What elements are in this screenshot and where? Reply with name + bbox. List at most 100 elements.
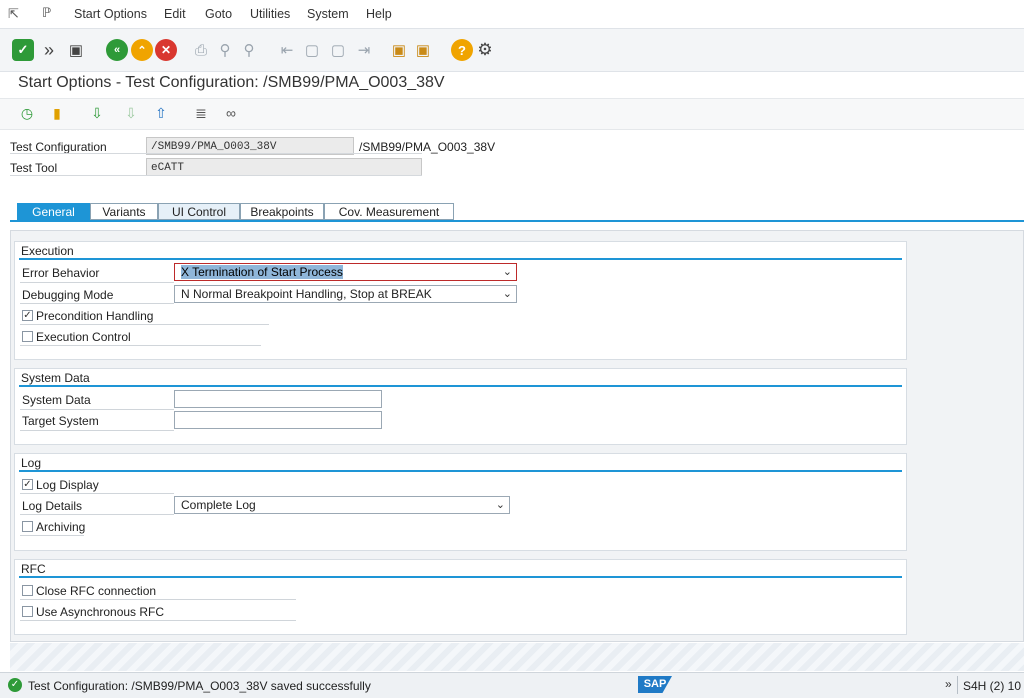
status-expand-icon[interactable]: » [945,677,952,691]
tab-cov-measurement[interactable]: Cov. Measurement [324,203,454,220]
row-divider [20,514,174,515]
async-rfc-label: Use Asynchronous RFC [36,605,165,619]
row-divider [10,175,422,176]
log-display-label: Log Display [36,478,99,492]
row-divider [20,409,174,410]
row-divider [20,282,174,283]
test-configuration-label: Test Configuration [10,140,107,154]
log-details-label: Log Details [22,499,83,513]
group-title-line [19,470,902,472]
exit-icon[interactable]: ⌃ [131,39,153,61]
success-icon: ✓ [8,678,22,692]
back-icon[interactable]: « [106,39,128,61]
tab-underline [10,220,1024,222]
error-behavior-value: X Termination of Start Process [181,265,343,279]
find-next-icon[interactable]: ⚲ [240,40,258,60]
group-title-line [19,258,902,260]
group-title-line [19,576,902,578]
variant-icon[interactable]: ▮ [48,104,66,122]
find-icon[interactable]: ⚲ [216,40,234,60]
print-icon[interactable]: ⎙ [192,40,210,60]
close-rfc-checkbox[interactable] [22,585,33,596]
glasses-icon[interactable]: ∞ [222,104,240,122]
row-divider [20,493,174,494]
panel-background [10,643,1024,671]
log-display-checkbox[interactable]: ✓ [22,479,33,490]
tab-breakpoints[interactable]: Breakpoints [240,203,324,220]
export-icon[interactable]: ⇩ [88,104,106,122]
settings-icon[interactable]: ⚙ [476,40,494,60]
tab-ui-control[interactable]: UI Control [158,203,240,220]
menu-help[interactable]: Help [366,7,392,21]
close-rfc-label: Close RFC connection [36,584,157,598]
cancel-icon[interactable]: ✕ [155,39,177,61]
tab-variants[interactable]: Variants [90,203,158,220]
chevron-down-icon: ⌄ [502,266,512,278]
debugging-mode-value: N Normal Breakpoint Handling, Stop at BR… [181,287,432,301]
create-session-icon[interactable]: ▣ [390,40,408,60]
database-icon[interactable]: ≣ [192,104,210,122]
row-divider [20,303,174,304]
status-message[interactable]: Test Configuration: /SMB99/PMA_O003_38V … [28,679,371,693]
error-behavior-label: Error Behavior [22,266,100,280]
menu-system[interactable]: System [307,7,349,21]
target-system-label: Target System [22,414,99,428]
standard-toolbar: ✓ » ▣ « ⌃ ✕ ⎙ ⚲ ⚲ ⇤ ▢ ▢ ⇥ ▣ ▣ ? ⚙ [0,29,1024,72]
archiving-label: Archiving [36,520,86,534]
menu-edit[interactable]: Edit [164,7,186,21]
row-divider [20,324,269,325]
help-icon[interactable]: ? [451,39,473,61]
previous-page-icon[interactable]: ▢ [303,40,321,60]
log-details-value: Complete Log [181,498,256,512]
row-divider [20,345,261,346]
row-divider [20,599,296,600]
import-icon[interactable]: ⇩ [122,104,140,122]
menu-exit-icon[interactable]: ⇱ [8,6,19,22]
menu-pin-icon[interactable]: ℙ [42,5,51,21]
status-divider [957,676,958,694]
archiving-checkbox[interactable] [22,521,33,532]
next-page-icon[interactable]: ▢ [329,40,347,60]
last-page-icon[interactable]: ⇥ [355,40,373,60]
shortcut-icon[interactable]: ▣ [414,40,432,60]
system-info[interactable]: S4H (2) 10 [963,679,1021,693]
error-behavior-dropdown[interactable]: X Termination of Start Process ⌄ [174,263,517,281]
execution-group-title: Execution [21,244,74,258]
page-title: Start Options - Test Configuration: /SMB… [18,74,445,91]
menu-goto[interactable]: Goto [205,7,232,21]
menu-start-options[interactable]: Start Options [74,7,147,21]
tab-general[interactable]: General [17,203,90,220]
double-arrow-icon[interactable]: » [40,40,58,60]
group-title-line [19,385,902,387]
system-data-input[interactable] [174,390,382,408]
upload-icon[interactable]: ⇧ [152,104,170,122]
system-data-group-title: System Data [21,371,90,385]
debugging-mode-dropdown[interactable]: N Normal Breakpoint Handling, Stop at BR… [174,285,517,303]
rfc-group-title: RFC [21,562,46,576]
chevron-down-icon: ⌄ [495,499,505,511]
chevron-down-icon: ⌄ [502,288,512,300]
system-data-label: System Data [22,393,91,407]
test-configuration-description: /SMB99/PMA_O003_38V [359,140,496,154]
precondition-handling-label: Precondition Handling [36,309,154,323]
log-details-dropdown[interactable]: Complete Log ⌄ [174,496,510,514]
row-divider [20,430,174,431]
row-divider [20,535,84,536]
target-system-input[interactable] [174,411,382,429]
log-group-title: Log [21,456,42,470]
test-tool-label: Test Tool [10,161,58,175]
execution-control-checkbox[interactable] [22,331,33,342]
save-icon[interactable]: ▣ [67,40,85,60]
execute-icon[interactable]: ◷ [18,104,36,122]
menu-utilities[interactable]: Utilities [250,7,290,21]
first-page-icon[interactable]: ⇤ [278,40,296,60]
system-data-group: System Data [14,368,907,445]
check-icon[interactable]: ✓ [12,39,34,61]
test-tool-field[interactable]: eCATT [146,158,422,176]
row-divider [20,620,296,621]
debugging-mode-label: Debugging Mode [22,288,114,302]
menu-bar: ⇱ ℙ Start Options Edit Goto Utilities Sy… [0,0,1024,29]
execution-control-label: Execution Control [36,330,131,344]
async-rfc-checkbox[interactable] [22,606,33,617]
precondition-handling-checkbox[interactable]: ✓ [22,310,33,321]
